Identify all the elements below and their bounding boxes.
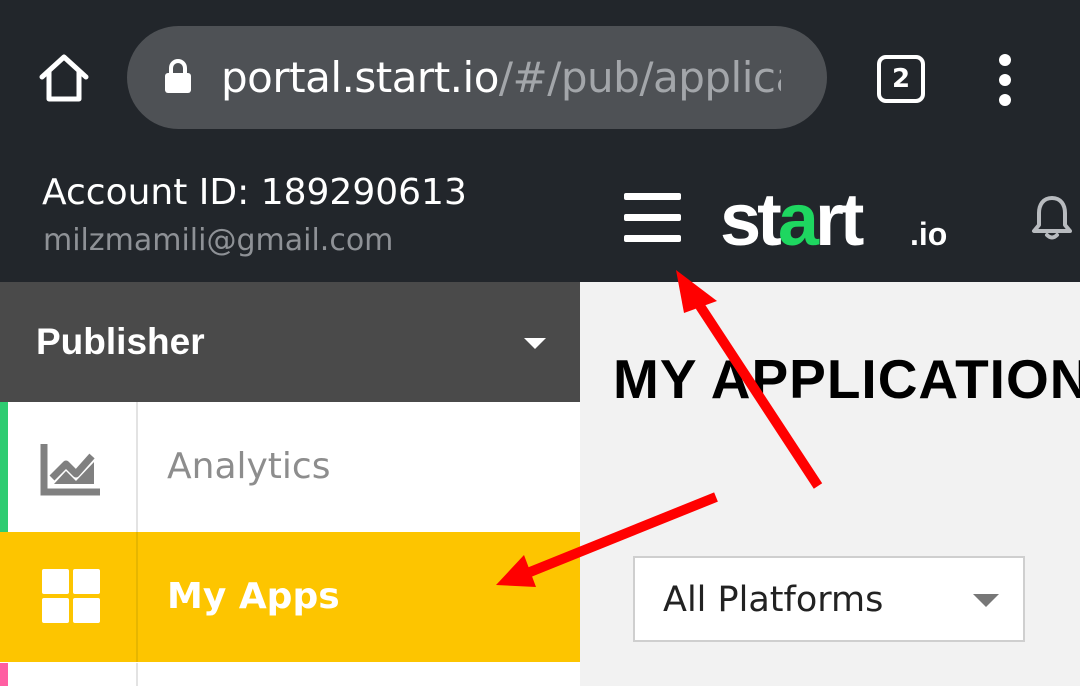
sidebar-item-analytics[interactable]: Analytics [0,402,580,532]
sidebar-divider [136,663,138,686]
sidebar-divider [136,402,138,532]
url-text: portal.start.io/#/pub/applicati [221,50,781,106]
url-host: portal.start.io [221,53,499,102]
analytics-chart-icon [40,444,100,496]
hamburger-menu-icon[interactable] [624,193,681,243]
page-title: MY APPLICATIONS [613,348,1080,410]
url-path: /#/pub/applicati [498,53,781,102]
home-icon[interactable] [36,50,92,106]
sidebar-divider [136,532,138,662]
logo-suffix: .io [910,216,947,252]
bell-icon[interactable] [1030,193,1074,241]
platform-filter-select[interactable]: All Platforms [633,556,1025,642]
app-header: Account ID: 189290613 milzmamili@gmail.c… [0,157,1080,282]
browser-toolbar: portal.start.io/#/pub/applicati 2 [0,0,1080,157]
logo-text-start-1: st [720,179,781,259]
lock-icon [165,59,191,93]
caret-down-icon [524,338,546,349]
publisher-section-toggle[interactable]: Publisher [0,282,580,402]
svg-text:start: start [720,179,864,259]
sidebar-item-accent [0,402,8,532]
account-id: Account ID: 189290613 [42,172,467,213]
address-bar[interactable]: portal.start.io/#/pub/applicati [127,26,827,129]
tab-count-button[interactable]: 2 [877,55,925,103]
publisher-section-label: Publisher [36,321,205,362]
start-io-logo: start .io [720,179,947,259]
sidebar-item-label: Analytics [167,446,331,487]
sidebar-item-my-apps[interactable]: My Apps [0,532,580,662]
account-email: milzmamili@gmail.com [43,223,394,258]
logo-text-start-2: rt [815,179,864,259]
main-content: MY APPLICATIONS All Platforms [583,282,1080,686]
sidebar-item-accent [0,663,8,686]
sidebar-item-partial[interactable] [0,663,580,686]
sidebar: Publisher Analytics My Apps [0,282,580,686]
apps-grid-icon [42,569,100,623]
logo-text-start-a: a [778,179,820,259]
more-vertical-icon[interactable] [990,54,1020,106]
sidebar-item-label: My Apps [167,576,340,617]
platform-filter-value: All Platforms [663,580,884,620]
caret-down-icon [973,594,999,607]
